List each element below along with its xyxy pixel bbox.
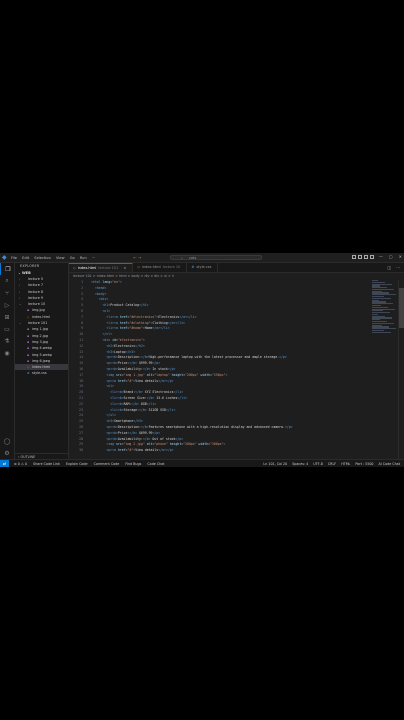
ai-assistant-icon[interactable]: ◉ (0, 347, 14, 359)
menu-edit[interactable]: Edit (22, 256, 29, 260)
title-bar: ◆ File Edit Selection View Go Run ··· ← … (0, 253, 404, 263)
minimap[interactable] (372, 280, 398, 340)
explain-code[interactable]: Explain Code (66, 462, 88, 466)
menu-file[interactable]: File (11, 256, 17, 260)
breadcrumb[interactable]: lecture 101 > index.html > html > body >… (69, 273, 404, 280)
remote-indicator-icon[interactable]: ⇄ (0, 459, 9, 467)
tab-label: index.html (77, 265, 97, 270)
code-editor[interactable]: 1 <html lang="en"> 2 <head> 3 <body> 4 <div>… (69, 280, 369, 459)
code-line[interactable]: 30 <p><a href="#">View details</a></p> (69, 448, 369, 454)
customize-layout-icon[interactable] (370, 255, 374, 259)
window-controls: — ▢ ✕ (379, 254, 402, 259)
vscode-logo-icon: ◆ (2, 253, 7, 261)
extensions-icon[interactable]: ⊞ (0, 311, 14, 323)
live-server-port[interactable]: Port : 5500 (355, 462, 373, 466)
scrollbar-thumb[interactable] (399, 288, 404, 328)
toggle-secondary-sidebar-icon[interactable] (364, 255, 368, 259)
file-tree: › lecture 5 › lecture 7 › lecture 8 › lecture 9… (15, 276, 68, 377)
command-center-search[interactable]: ⌕ cats (170, 254, 262, 260)
cursor-position[interactable]: Ln 101, Col 20 (263, 462, 287, 466)
nav-arrows-icon[interactable]: ← → (133, 255, 141, 260)
tab-label: index.html (141, 265, 161, 269)
tab-index-html-lecture-10[interactable]: ◇ index.html lecture 10 (133, 263, 188, 272)
menu-go[interactable]: Go (70, 256, 75, 260)
activity-bottom: ◯ ⚙ (0, 435, 14, 459)
manage-gear-icon[interactable]: ⚙ (0, 447, 14, 459)
account-icon[interactable]: ◯ (0, 435, 14, 447)
status-right: Ln 101, Col 20 Spaces: 4 UTF-8 CRLF HTML… (263, 462, 400, 466)
share-code-link[interactable]: Share Code Link (33, 462, 60, 466)
menu-run[interactable]: Run (80, 256, 87, 260)
search-text: cats (189, 255, 197, 260)
encoding[interactable]: UTF-8 (313, 462, 323, 466)
tab-label: style.css (196, 265, 212, 269)
search-icon: ⌕ (181, 255, 183, 260)
css-file-icon: # (27, 371, 30, 376)
line-ending[interactable]: CRLF (328, 462, 336, 466)
status-left: ⊗ 0 ⚠ 0 Share Code Link Explain Code Com… (9, 462, 165, 466)
close-icon[interactable]: × (123, 264, 126, 273)
maximize-button[interactable]: ▢ (389, 254, 393, 259)
activity-bar: ❐ ⌕ ⑂ ▷ ⊞ ▭ ⚗ ◉ ◯ ⚙ (0, 263, 15, 459)
vscode-window: ◆ File Edit Selection View Go Run ··· ← … (0, 253, 404, 467)
close-button[interactable]: ✕ (399, 254, 402, 259)
tab-sublabel: lecture 10 (162, 265, 181, 269)
html-file-icon: ◇ (73, 265, 76, 270)
menu-selection[interactable]: Selection (34, 256, 51, 260)
menu-more[interactable]: ··· (92, 256, 95, 260)
status-bar: ⇄ ⊗ 0 ⚠ 0 Share Code Link Explain Code C… (0, 459, 404, 467)
editor-actions: ◫ ··· (387, 263, 400, 272)
workspace-root-label: WEB (22, 271, 31, 275)
run-debug-icon[interactable]: ▷ (0, 299, 14, 311)
explorer-sidebar: EXPLORER ⌄ WEB › lecture 5 › lecture 7 › lect… (15, 263, 69, 459)
search-view-icon[interactable]: ⌕ (0, 275, 14, 287)
split-editor-icon[interactable]: ◫ (387, 263, 391, 272)
explorer-header: EXPLORER (20, 264, 40, 268)
ai-code-chat[interactable]: AI Code Chat (379, 462, 400, 466)
explorer-icon[interactable]: ❐ (0, 263, 15, 275)
menu-view[interactable]: View (56, 256, 65, 260)
editor-scrollbar[interactable] (398, 280, 404, 459)
tab-index-html-lecture-101[interactable]: ◇ index.html lecture 101 × (69, 263, 134, 273)
toggle-panel-icon[interactable] (358, 255, 362, 259)
minimize-button[interactable]: — (379, 254, 383, 259)
chevron-down-icon: ⌄ (19, 321, 22, 326)
more-actions-icon[interactable]: ··· (396, 263, 400, 272)
code-chat[interactable]: Code Chat (147, 462, 164, 466)
toggle-sidebar-icon[interactable] (352, 255, 356, 259)
tab-style-css[interactable]: # style.css (187, 263, 219, 272)
find-bugs[interactable]: Find Bugs (125, 462, 141, 466)
comment-code[interactable]: Comment Code (94, 462, 120, 466)
menu-bar: File Edit Selection View Go Run ··· (11, 256, 99, 260)
tab-sublabel: lecture 101 (98, 265, 119, 270)
layout-controls (352, 255, 374, 259)
indentation[interactable]: Spaces: 4 (292, 462, 308, 466)
tree-item[interactable]: # style.css (15, 370, 68, 376)
code-text: <p><a href="#">View details</a></p> (106, 448, 174, 453)
minimap-line (372, 331, 391, 333)
language-mode[interactable]: HTML (341, 462, 350, 466)
remote-explorer-icon[interactable]: ▭ (0, 323, 14, 335)
problems-indicator[interactable]: ⊗ 0 ⚠ 0 (14, 462, 27, 466)
css-file-icon: # (191, 265, 195, 269)
tree-item-label: style.css (32, 371, 47, 376)
editor-tabs: ◇ index.html lecture 101 × ◇ index.html … (69, 263, 404, 273)
testing-icon[interactable]: ⚗ (0, 335, 14, 347)
chevron-down-icon: ⌄ (19, 302, 22, 307)
line-number: 30 (79, 448, 83, 453)
html-file-icon: ◇ (137, 265, 140, 269)
source-control-icon[interactable]: ⑂ (0, 287, 14, 299)
